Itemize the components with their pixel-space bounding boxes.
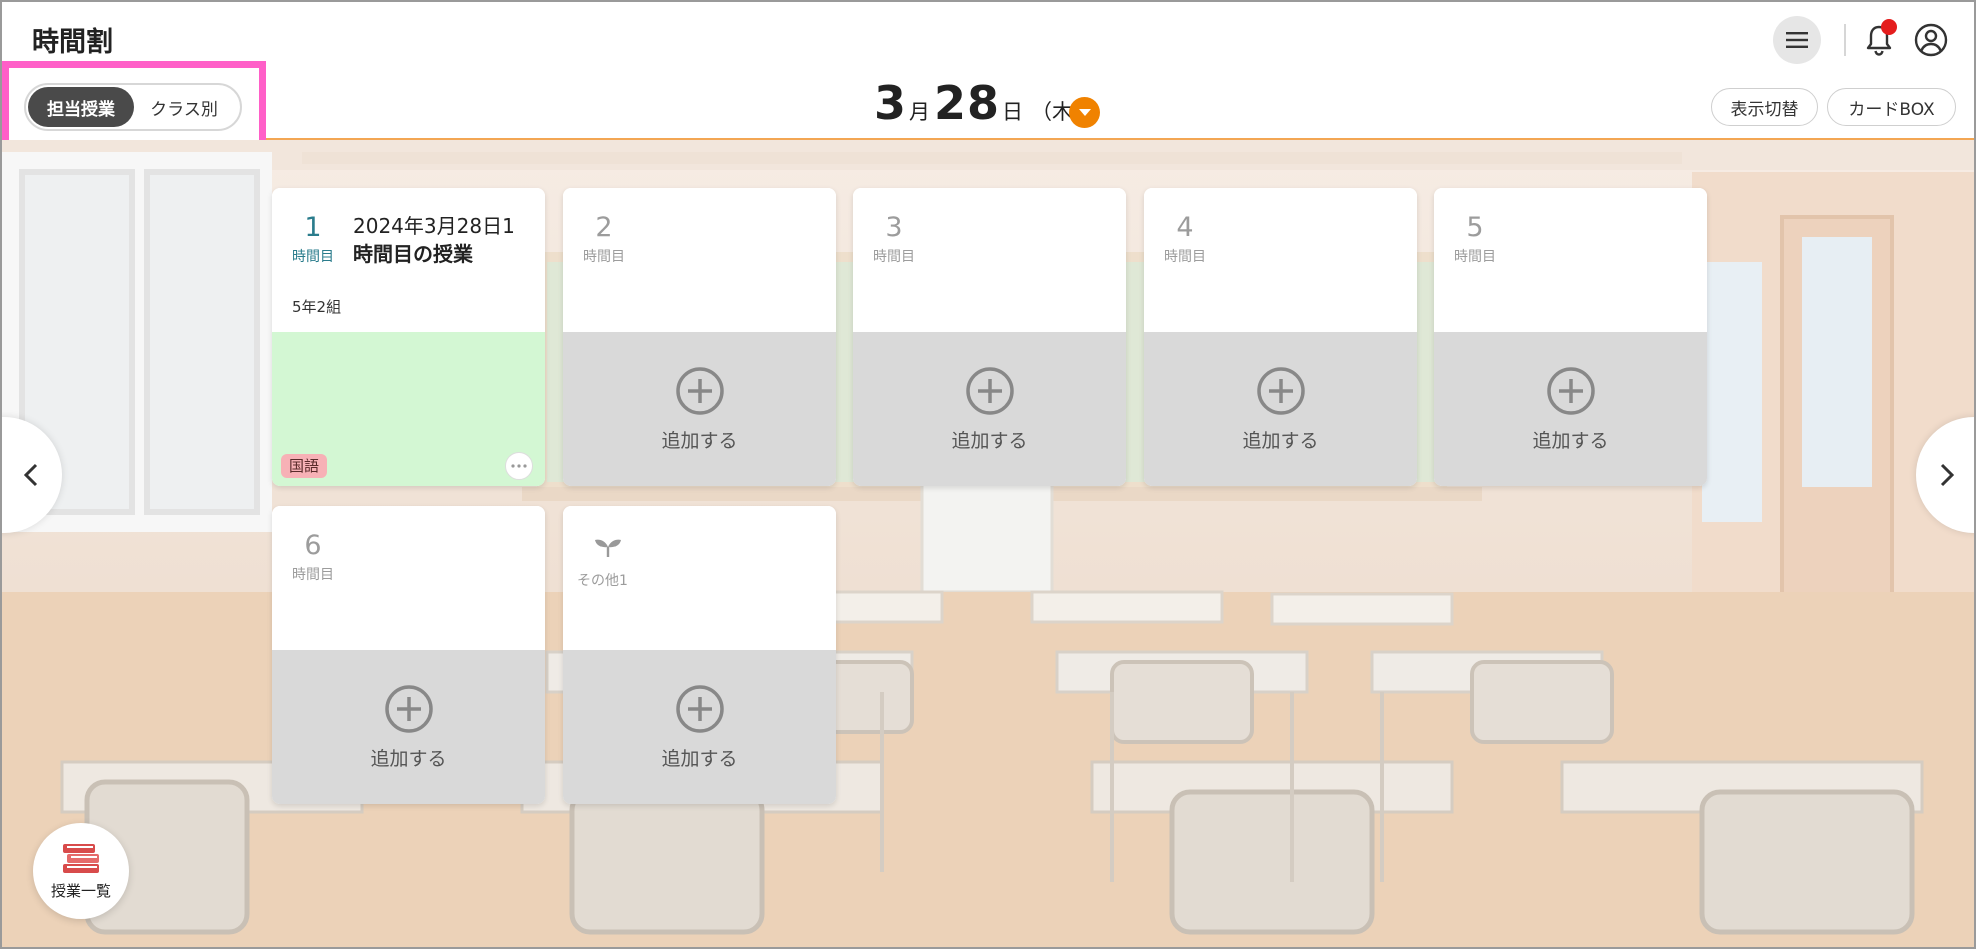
period-card-4: 4 時間目 追加する	[1144, 188, 1417, 486]
period-label: 時間目	[873, 249, 915, 265]
user-icon	[1914, 23, 1948, 57]
lesson-list-button[interactable]: 授業一覧	[33, 823, 129, 919]
period-number: 6	[304, 530, 322, 561]
add-lesson-button[interactable]: 追加する	[272, 650, 545, 804]
period-card-2: 2 時間目 追加する	[563, 188, 836, 486]
page-title: 時間割	[32, 27, 113, 58]
account-button[interactable]	[1907, 16, 1955, 64]
lesson-title-line1: 2024年3月28日1	[353, 214, 515, 238]
class-name: 5年2組	[292, 298, 342, 316]
add-lesson-button[interactable]: 追加する	[1144, 332, 1417, 486]
sprout-icon	[595, 539, 621, 557]
period-card-other-1: その他1 追加する	[563, 506, 836, 804]
period-label: 時間目	[1164, 249, 1206, 265]
period-card-5: 5 時間目 追加する	[1434, 188, 1707, 486]
toggle-view-button[interactable]: 表示切替	[1711, 88, 1818, 126]
lesson-title[interactable]: 2024年3月28日1 時間目の授業	[353, 212, 541, 268]
period-label: 時間目	[583, 249, 625, 265]
subject-tag: 国語	[281, 454, 328, 478]
date-picker-button[interactable]	[1069, 97, 1100, 128]
date-month: 3	[874, 76, 908, 130]
period-card-1[interactable]: 1 時間目 2024年3月28日1 時間目の授業 5年2組 国語	[272, 188, 545, 486]
chevron-left-icon	[24, 463, 38, 487]
app-frame: 時間割 担当授業 クラス別 3 月 28 日 （木） 表示切替 カードBOX 1…	[0, 0, 1976, 949]
add-label: 追加する	[1242, 429, 1319, 452]
header-divider	[1844, 24, 1846, 56]
period-card-6: 6 時間目 追加する	[272, 506, 545, 804]
date-month-suffix: 月	[909, 100, 931, 124]
lesson-list-label: 授業一覧	[50, 881, 111, 900]
toggle-assigned-lessons[interactable]: 担当授業	[28, 87, 134, 127]
period-number: 2	[595, 212, 613, 243]
plus-circle-icon	[1256, 366, 1305, 415]
card-box-button[interactable]: カードBOX	[1827, 88, 1956, 126]
plus-circle-icon	[965, 366, 1014, 415]
books-icon	[63, 843, 99, 873]
add-lesson-button[interactable]: 追加する	[563, 332, 836, 486]
add-label: 追加する	[661, 429, 738, 452]
view-toggle: 担当授業 クラス別	[24, 83, 242, 131]
add-label: 追加する	[1532, 429, 1609, 452]
chevron-right-icon	[1940, 463, 1954, 487]
menu-button[interactable]	[1773, 16, 1821, 64]
period-label: 時間目	[292, 567, 334, 583]
add-lesson-button[interactable]: 追加する	[563, 650, 836, 804]
lesson-title-line2: 時間目の授業	[353, 242, 473, 266]
date-day-suffix: 日	[1002, 100, 1024, 124]
plus-circle-icon	[675, 684, 724, 733]
more-icon	[511, 464, 527, 468]
period-number: 5	[1466, 212, 1484, 243]
plus-circle-icon	[1546, 366, 1595, 415]
menu-icon	[1786, 32, 1808, 48]
plus-circle-icon	[384, 684, 433, 733]
add-label: 追加する	[661, 747, 738, 770]
period-card-3: 3 時間目 追加する	[853, 188, 1126, 486]
more-options-button[interactable]	[505, 452, 533, 480]
period-label: その他1	[577, 573, 628, 589]
toggle-by-class[interactable]: クラス別	[134, 87, 234, 127]
date-display: 3 月 28 日 （木）	[874, 76, 1094, 130]
date-day: 28	[934, 76, 1001, 130]
period-number: 3	[885, 212, 903, 243]
period-number: 1	[304, 212, 322, 243]
add-label: 追加する	[951, 429, 1028, 452]
add-lesson-button[interactable]: 追加する	[1434, 332, 1707, 486]
add-label: 追加する	[370, 747, 447, 770]
period-number: 4	[1176, 212, 1194, 243]
period-label: 時間目	[1454, 249, 1496, 265]
chevron-down-icon	[1078, 108, 1091, 116]
add-lesson-button[interactable]: 追加する	[853, 332, 1126, 486]
plus-circle-icon	[675, 366, 724, 415]
notification-dot	[1881, 19, 1897, 35]
period-label: 時間目	[292, 249, 334, 265]
